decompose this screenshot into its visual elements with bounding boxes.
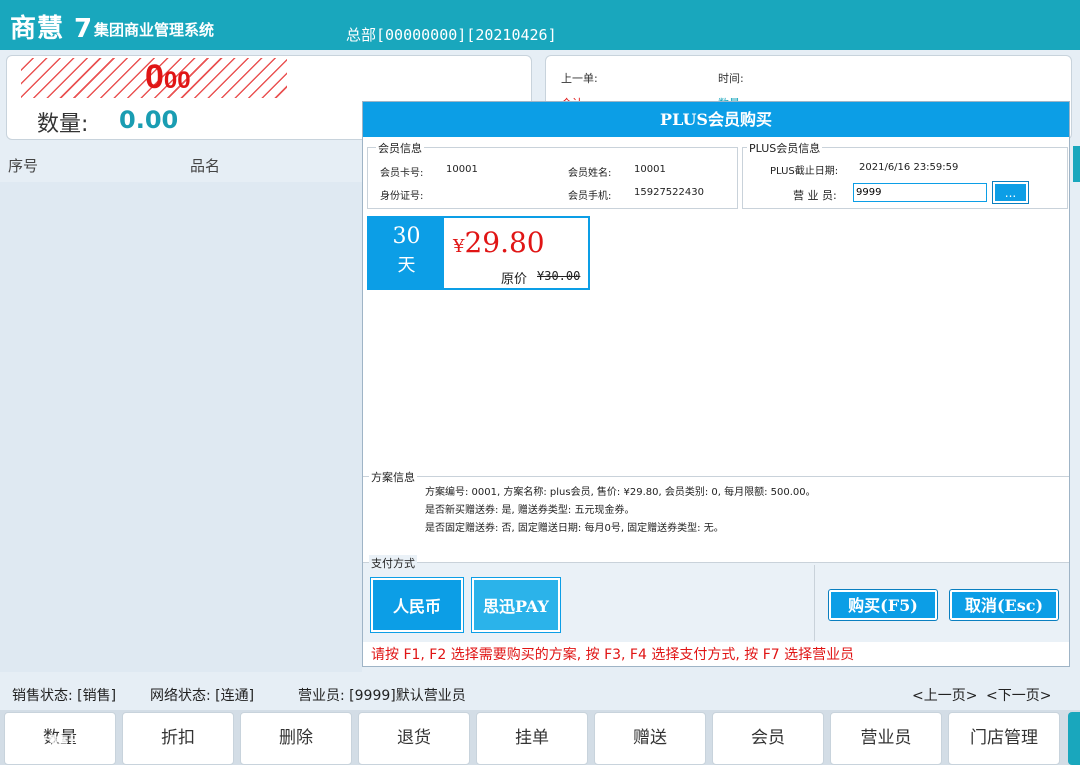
original-price-label: 原价	[501, 272, 528, 287]
payment-divider	[814, 565, 815, 641]
pay-rmb-button[interactable]: 人民币	[371, 578, 463, 632]
headquarters-info: 总部[00000000][20210426]	[346, 26, 557, 44]
next-page-link[interactable]: <下一页>	[986, 685, 1051, 705]
member-button[interactable]: 会员	[712, 712, 824, 765]
clerk-status: 营业员: [9999]默认营业员	[298, 688, 466, 704]
dialog-title: PLUS会员购买	[363, 102, 1069, 137]
cancel-button[interactable]: 取消(Esc)	[950, 590, 1058, 620]
phone-label: 会员手机:	[568, 191, 612, 202]
member-info-legend: 会员信息	[376, 140, 424, 156]
scheme-line-2: 是否新买赠送券: 是, 赠送券类型: 五元现金券。	[425, 505, 635, 516]
function-bar: 数量 折扣 删除 退货 挂单 赠送 会员 营业员 门店管理	[0, 710, 1080, 765]
original-price: ¥30.00	[537, 269, 581, 283]
keyboard-hint: 请按 F1, F2 选择需要购买的方案, 按 F3, F4 选择支付方式, 按 …	[371, 647, 855, 663]
time-label: 时间:	[718, 72, 744, 85]
hold-order-button[interactable]: 挂单	[476, 712, 588, 765]
quantity-value: 0.00	[119, 106, 179, 134]
scrollbar-thumb[interactable]	[1073, 146, 1080, 182]
column-header-name: 品名	[190, 157, 221, 175]
payment-legend: 支付方式	[369, 555, 417, 571]
member-name-label: 会员姓名:	[568, 168, 612, 179]
plan-card[interactable]: 30 天 ¥29.80 原价 ¥30.00	[367, 216, 590, 290]
member-name-value: 10001	[634, 164, 666, 175]
total-amount: 000	[145, 58, 191, 96]
prev-page-link[interactable]: <上一页>	[912, 685, 977, 705]
column-header-seq: 序号	[8, 157, 39, 175]
accent-edge	[1068, 712, 1080, 765]
clerk-browse-button[interactable]: ...	[993, 182, 1028, 203]
card-no-value: 10001	[446, 164, 478, 175]
plus-purchase-dialog: PLUS会员购买 会员信息 会员卡号: 10001 会员姓名: 10001 身份…	[362, 101, 1070, 667]
card-no-label: 会员卡号:	[380, 168, 424, 179]
sale-status: 销售状态: [销售]	[12, 688, 117, 704]
app-subtitle: 集团商业管理系统	[94, 21, 215, 39]
plus-info-legend: PLUS会员信息	[747, 140, 823, 156]
plan-price: ¥29.80	[453, 226, 545, 259]
return-button[interactable]: 退货	[358, 712, 470, 765]
scheme-info-legend: 方案信息	[369, 469, 417, 485]
id-label: 身份证号:	[380, 191, 424, 202]
item-list[interactable]	[0, 182, 362, 672]
last-order-label: 上一单:	[561, 72, 598, 85]
scheme-info-group: 方案信息 方案编号: 0001, 方案名称: plus会员, 售价: ¥29.8…	[363, 469, 1069, 550]
plus-info-group: PLUS会员信息 PLUS截止日期: 2021/6/16 23:59:59 营 …	[742, 140, 1068, 209]
payment-area: 支付方式 人民币 思迅PAY 购买(F5) 取消(Esc)	[363, 555, 1069, 642]
member-info-group: 会员信息 会员卡号: 10001 会员姓名: 10001 身份证号: 会员手机:…	[367, 140, 738, 209]
quantity-label: 数量:	[37, 112, 89, 137]
clerk-label: 营 业 员:	[793, 189, 837, 202]
network-status: 网络状态: [连通]	[150, 688, 255, 704]
store-management-button[interactable]: 门店管理	[948, 712, 1060, 765]
buy-button[interactable]: 购买(F5)	[829, 590, 937, 620]
phone-value: 15927522430	[634, 187, 704, 198]
app-logo: 商慧 7	[10, 14, 94, 44]
plan-duration: 30 天	[369, 218, 444, 288]
plan-days-unit: 天	[397, 255, 416, 276]
top-bar: 商慧 7 集团商业管理系统 总部[00000000][20210426]	[0, 0, 1080, 50]
right-strip	[1070, 145, 1080, 675]
gift-button[interactable]: 赠送	[594, 712, 706, 765]
delete-button[interactable]: 删除	[240, 712, 352, 765]
plus-expiry-label: PLUS截止日期:	[770, 166, 839, 177]
pay-sixun-button[interactable]: 思迅PAY	[472, 578, 560, 632]
discount-button[interactable]: 折扣	[122, 712, 234, 765]
clerk-button[interactable]: 营业员	[830, 712, 942, 765]
watermark: 大数跨境	[8, 732, 88, 756]
plan-days-number: 30	[392, 224, 421, 249]
scheme-line-3: 是否固定赠送券: 否, 固定赠送日期: 每月0号, 固定赠送券类型: 无。	[425, 523, 724, 534]
clerk-input[interactable]	[853, 183, 987, 202]
plus-expiry-value: 2021/6/16 23:59:59	[859, 162, 959, 173]
scheme-line-1: 方案编号: 0001, 方案名称: plus会员, 售价: ¥29.80, 会员…	[425, 487, 816, 498]
